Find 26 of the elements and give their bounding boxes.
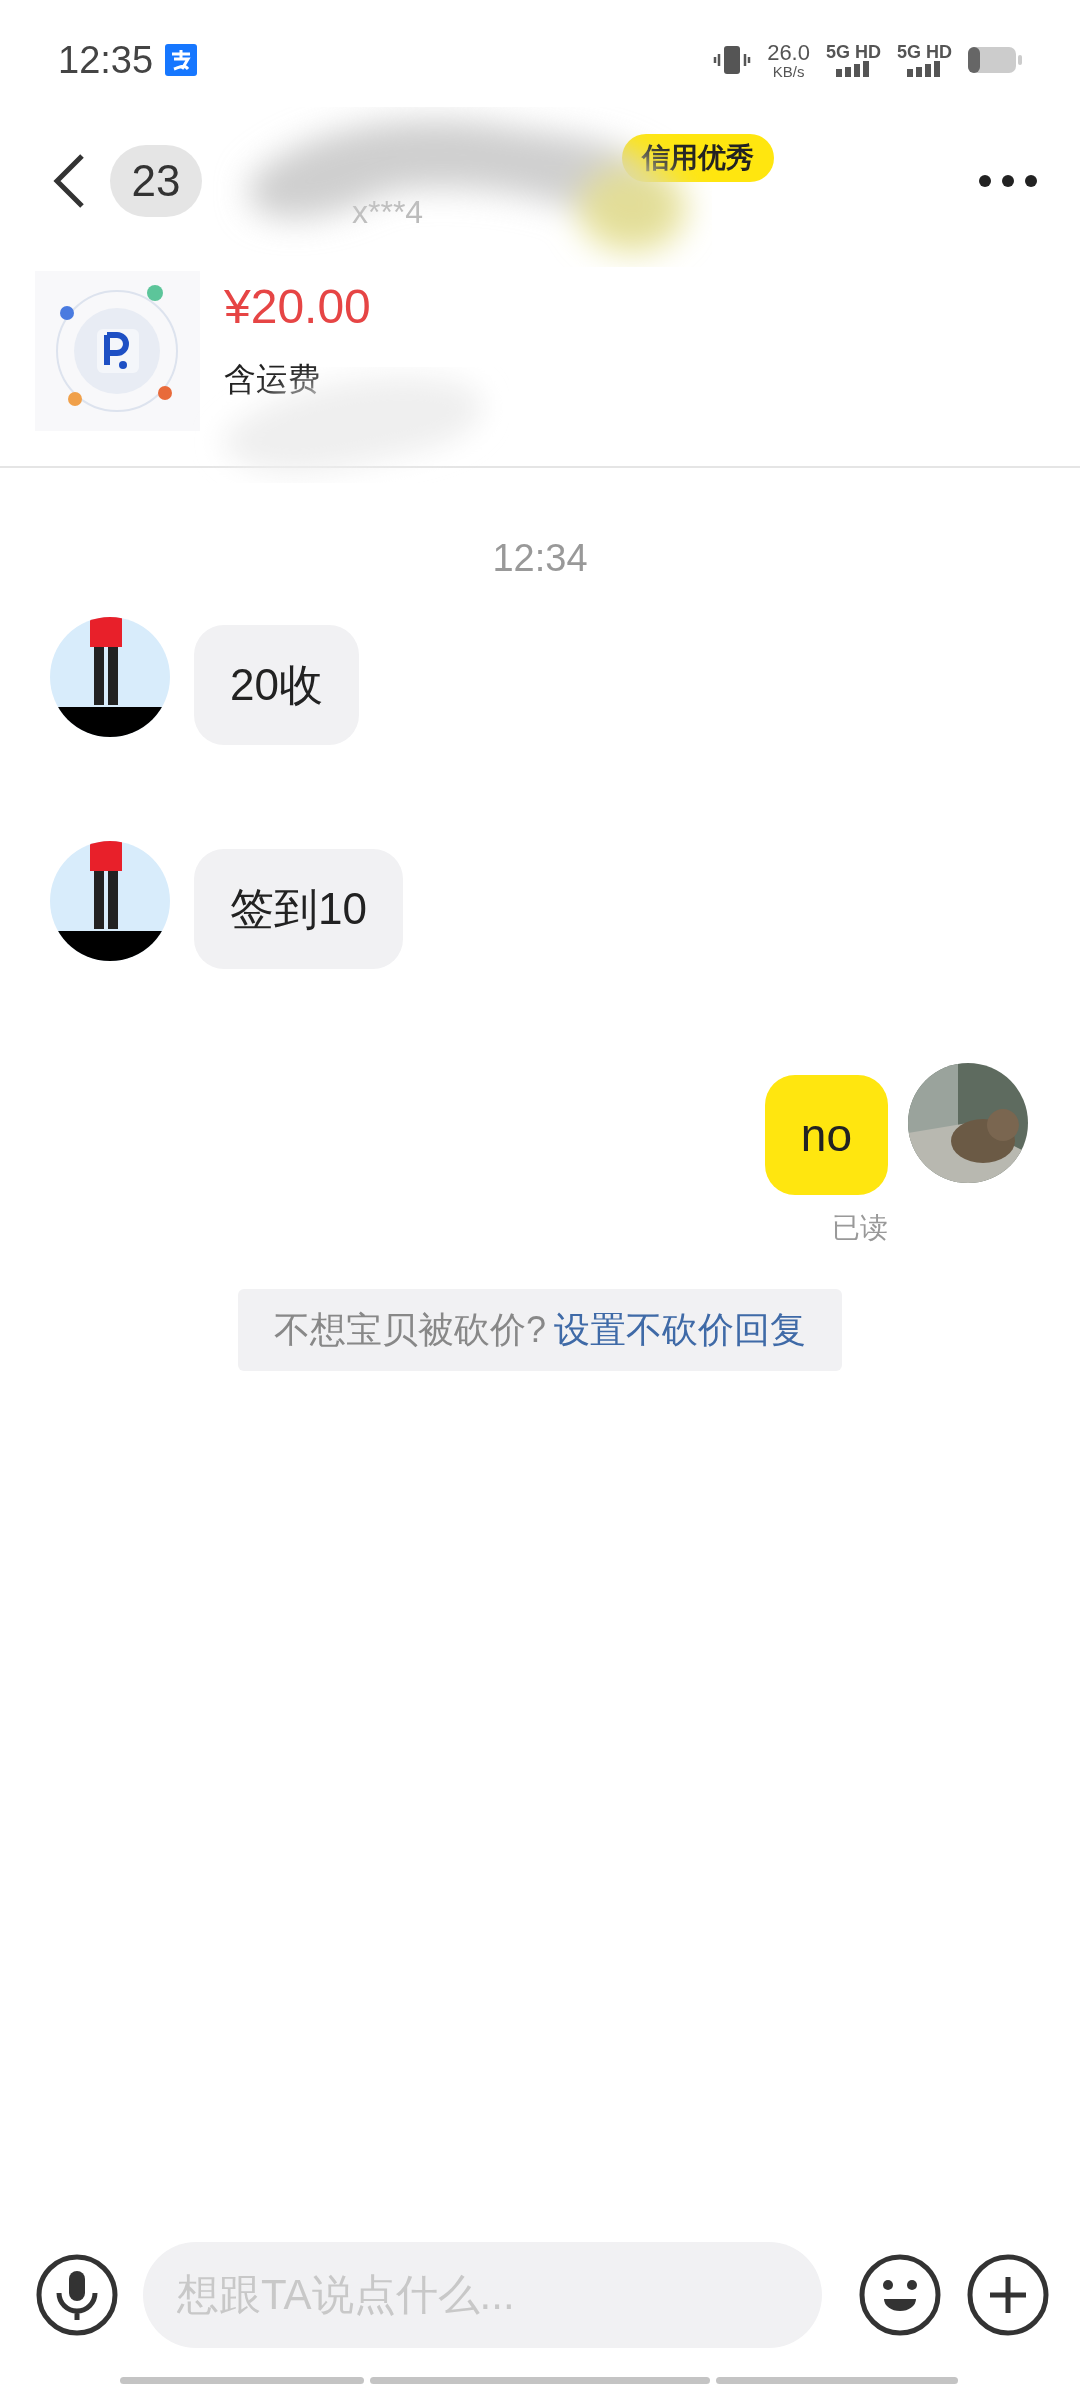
network-speed: 26.0 [767,41,810,64]
message-bubble: no [764,1075,888,1195]
app-icon [165,44,198,76]
settings-link[interactable]: 设置不砍价回复 [554,1303,806,1357]
speed-unit: KB/s [772,63,805,79]
clock: 12:35 [58,37,154,83]
unread-count-badge: 23 [110,144,202,217]
message-bubble: 20收 [194,625,359,745]
back-button[interactable]: 23 [52,144,202,217]
battery-icon [968,46,1022,74]
message-time: 12:34 [492,536,588,581]
more-button[interactable] [978,173,1038,188]
back-icon [52,152,86,209]
message-bubble: 签到10 [194,849,403,969]
add-icon[interactable] [966,2253,1050,2337]
microphone-icon[interactable] [35,2253,119,2337]
vibrate-icon [713,44,752,76]
shipping-note: 含运费 [224,360,321,399]
more-icon [978,173,1038,188]
read-receipt: 已读 [832,1211,888,1245]
network-label: 5G HD [825,43,881,61]
product-price: ¥20.00 [224,279,371,335]
emoji-icon[interactable] [858,2253,942,2337]
account-id: x***4 [352,193,424,232]
notice-text: 不想宝贝被砍价? [274,1308,546,1352]
network-label: 5G HD [897,43,952,61]
